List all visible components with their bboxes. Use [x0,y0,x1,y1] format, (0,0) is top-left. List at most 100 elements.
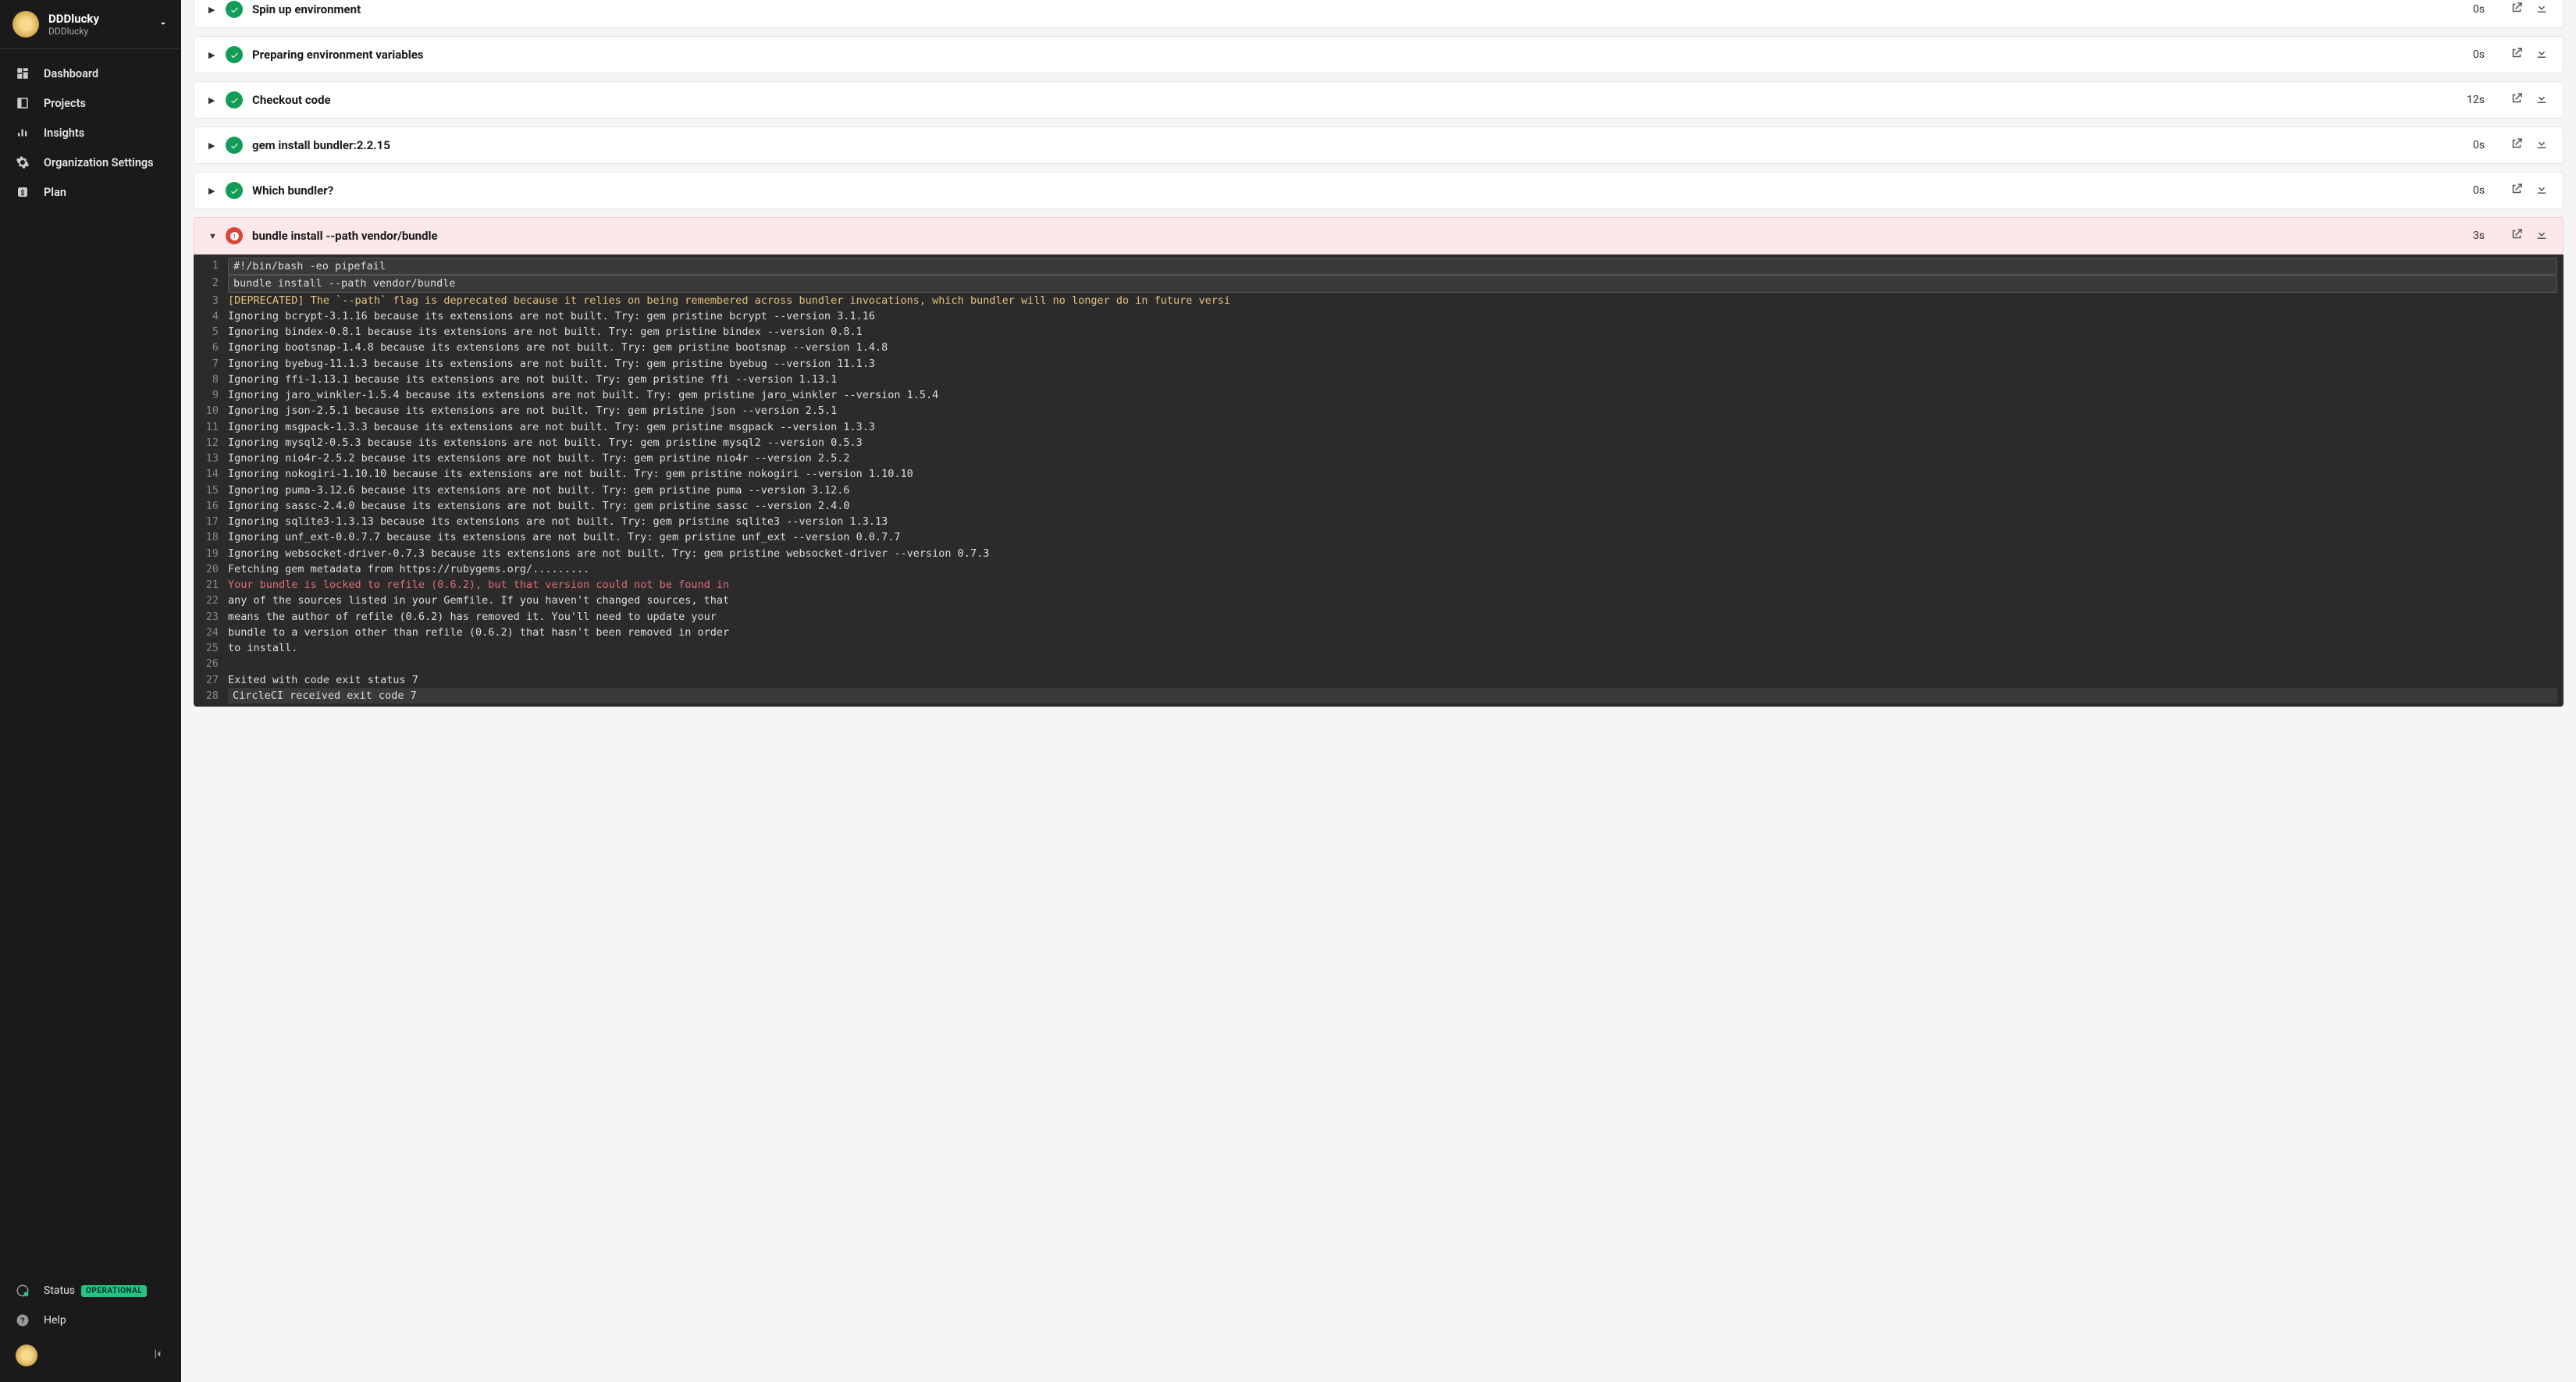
log-line: 10Ignoring json-2.5.1 because its extens… [194,403,2564,419]
open-external-button[interactable] [2499,227,2524,244]
line-number: 21 [200,577,228,593]
log-text: Ignoring bcrypt-3.1.16 because its exten… [228,308,2557,324]
download-button[interactable] [2524,227,2549,244]
line-number: 13 [200,451,228,466]
log-text: Exited with code exit status 7 [228,672,2557,688]
help-link[interactable]: ? Help [0,1305,181,1335]
log-line: 24bundle to a version other than refile … [194,625,2564,640]
log-line: 27Exited with code exit status 7 [194,672,2564,688]
sidebar-item-insights[interactable]: Insights [0,118,181,148]
log-text: Ignoring mysql2-0.5.3 because its extens… [228,435,2557,451]
svg-text:?: ? [20,1316,24,1326]
help-label: Help [44,1314,66,1327]
sidebar-item-dashboard[interactable]: Dashboard [0,59,181,88]
log-line: 23means the author of refile (0.6.2) has… [194,609,2564,625]
download-button[interactable] [2524,91,2549,109]
sidebar-item-label: Insights [44,126,84,140]
line-number: 8 [200,372,228,387]
step-env-vars[interactable]: ▶ Preparing environment variables0s [194,36,2564,73]
step-time: 0s [2461,3,2485,16]
open-external-button[interactable] [2499,182,2524,199]
log-line: 3[DEPRECATED] The `--path` flag is depre… [194,293,2564,308]
step-checkout[interactable]: ▶Checkout code12s [194,81,2564,119]
step-label: Spin up environment [252,2,2461,16]
log-text: bundle install --path vendor/bundle [228,275,2557,292]
caret-right-icon[interactable]: ▶ [208,186,218,196]
log-text: Ignoring bootsnap-1.4.8 because its exte… [228,340,2557,355]
step-label: Which bundler? [252,183,2461,198]
insights-icon [16,126,30,140]
download-button[interactable] [2524,1,2549,18]
open-external-button[interactable] [2499,1,2524,18]
main-content: ▶Spin up environment0s▶Preparing environ… [181,0,2576,1382]
user-avatar-icon[interactable] [16,1345,37,1366]
log-line: 12Ignoring mysql2-0.5.3 because its exte… [194,435,2564,451]
log-line: 11Ignoring msgpack-1.3.3 because its ext… [194,419,2564,435]
line-number: 23 [200,609,228,625]
log-line: 26 [194,656,2564,671]
open-external-button[interactable] [2499,91,2524,109]
download-button[interactable] [2524,46,2549,63]
download-button[interactable] [2524,137,2549,154]
log-text: Ignoring byebug-11.1.3 because its exten… [228,356,2557,372]
sidebar-item-plan[interactable]: $ Plan [0,177,181,207]
log-line: 16Ignoring sassc-2.4.0 because its exten… [194,498,2564,514]
org-name: DDDlucky [48,12,158,26]
step-gem-install[interactable]: ▶gem install bundler:2.2.150s [194,126,2564,164]
caret-down-icon[interactable]: ▼ [208,231,218,241]
line-number: 16 [200,498,228,514]
open-external-button[interactable] [2499,137,2524,154]
log-text: means the author of refile (0.6.2) has r… [228,609,2557,625]
log-line: 8Ignoring ffi-1.13.1 because its extensi… [194,372,2564,387]
chevron-down-icon [158,17,169,32]
step-bundle-install[interactable]: ▼ bundle install --path vendor/bundle3s [194,217,2564,255]
line-number: 18 [200,529,228,545]
log-line: 15Ignoring puma-3.12.6 because its exten… [194,483,2564,498]
gear-icon [16,155,30,169]
collapse-sidebar-button[interactable] [153,1348,165,1363]
log-line: 28CircleCI received exit code 7 [194,688,2564,703]
sidebar-nav: Dashboard Projects Insights Organization… [0,49,181,1270]
line-number: 15 [200,483,228,498]
log-text: any of the sources listed in your Gemfil… [228,593,2557,608]
sidebar-item-label: Organization Settings [44,156,154,169]
line-number: 10 [200,403,228,419]
open-external-button[interactable] [2499,46,2524,63]
org-switcher[interactable]: DDDlucky DDDlucky [0,0,181,49]
log-line: 5Ignoring bindex-0.8.1 because its exten… [194,324,2564,340]
step-which-bundler[interactable]: ▶Which bundler?0s [194,172,2564,209]
download-button[interactable] [2524,182,2549,199]
org-avatar-icon [12,11,39,37]
caret-right-icon[interactable]: ▶ [208,5,218,15]
log-line: 2bundle install --path vendor/bundle [194,275,2564,292]
sidebar-item-label: Projects [44,97,86,110]
line-number: 25 [200,640,228,656]
line-number: 3 [200,293,228,308]
caret-right-icon[interactable]: ▶ [208,50,218,60]
log-text: Ignoring bindex-0.8.1 because its extens… [228,324,2557,340]
log-line: 6Ignoring bootsnap-1.4.8 because its ext… [194,340,2564,355]
caret-right-icon[interactable]: ▶ [208,141,218,151]
line-number: 2 [200,275,228,292]
step-time: 3s [2461,230,2485,242]
terminal-output: 1#!/bin/bash -eo pipefail2bundle install… [194,255,2564,707]
status-link[interactable]: Status OPERATIONAL [0,1276,181,1305]
log-text: Ignoring sassc-2.4.0 because its extensi… [228,498,2557,514]
step-time: 12s [2461,94,2485,106]
sidebar-item-org-settings[interactable]: Organization Settings [0,148,181,177]
step-spin-up[interactable]: ▶ Spin up environment0s [194,0,2564,28]
step-label: Preparing environment variables [252,48,2461,62]
log-text: Ignoring websocket-driver-0.7.3 because … [228,546,2557,561]
log-text: #!/bin/bash -eo pipefail [228,258,2557,275]
sidebar-item-projects[interactable]: Projects [0,88,181,118]
step-time: 0s [2461,48,2485,61]
step-label: bundle install --path vendor/bundle [252,229,2461,243]
log-text: Ignoring nio4r-2.5.2 because its extensi… [228,451,2557,466]
line-number: 6 [200,340,228,355]
log-text: to install. [228,640,2557,656]
step-time: 0s [2461,139,2485,151]
log-line: 19Ignoring websocket-driver-0.7.3 becaus… [194,546,2564,561]
sidebar: DDDlucky DDDlucky Dashboard Projects Ins… [0,0,181,1382]
caret-right-icon[interactable]: ▶ [208,95,218,105]
log-line: 1#!/bin/bash -eo pipefail [194,258,2564,275]
